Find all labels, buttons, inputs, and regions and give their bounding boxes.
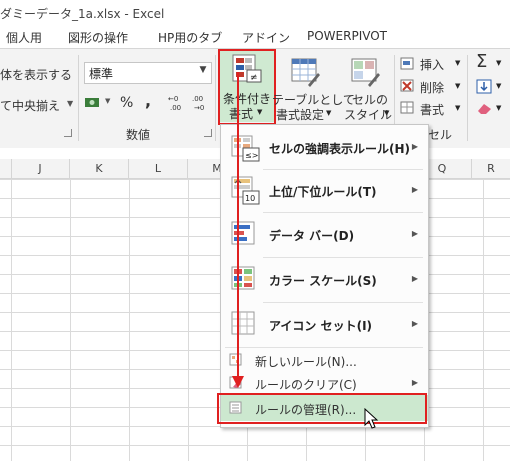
menu-divider — [225, 347, 423, 348]
delete-button[interactable]: 削除 — [420, 79, 444, 96]
column-header-j[interactable]: J — [11, 159, 70, 178]
chevron-down-icon[interactable]: ▼ — [326, 109, 331, 117]
menu-item-clear-rules[interactable]: ルールのクリア(C) ▶ — [221, 372, 428, 394]
increase-decimal-icon[interactable]: ←0 .00 — [168, 93, 190, 113]
menu-item-highlight-rules[interactable]: ≤> セルの強調表示ルール(H) ▶ — [221, 127, 428, 169]
chevron-down-icon[interactable]: ▼ — [496, 104, 501, 112]
currency-icon[interactable] — [84, 95, 104, 111]
chevron-down-icon[interactable]: ▼ — [496, 82, 501, 90]
autosum-icon[interactable]: Σ — [476, 51, 487, 72]
submenu-arrow-icon: ▶ — [411, 378, 418, 387]
conditional-format-menu: ≤> セルの強調表示ルール(H) ▶ 10 上位/下位ルール(T) ▶ データ … — [220, 124, 429, 428]
chevron-down-icon[interactable]: ▼ — [455, 82, 460, 90]
chevron-down-icon[interactable]: ▼ — [455, 59, 460, 67]
format-as-table-icon — [291, 58, 320, 87]
decrease-decimal-icon[interactable]: .00 →0 — [192, 93, 214, 113]
tab-powerpivot[interactable]: POWERPIVOT — [307, 29, 387, 43]
menu-item-label: カラー スケール(S) — [269, 274, 377, 288]
chevron-down-icon[interactable]: ▼ — [197, 65, 209, 79]
menu-item-icon-sets[interactable]: アイコン セット(I) ▶ — [221, 303, 428, 347]
menu-item-label: ルールのクリア(C) — [255, 378, 357, 392]
merge-center-button[interactable]: て中央揃え — [0, 97, 60, 114]
menu-item-label: アイコン セット(I) — [269, 319, 373, 333]
comma-style-button[interactable]: , — [145, 91, 151, 110]
number-format-value: 標準 — [89, 67, 114, 81]
delete-cells-icon[interactable] — [400, 79, 416, 93]
annotation-highlight-box — [217, 393, 427, 424]
currency-dropdown-icon[interactable]: ▼ — [105, 97, 110, 105]
menu-item-top-bottom-rules[interactable]: 10 上位/下位ルール(T) ▶ — [221, 170, 428, 212]
cells-group-label: セル — [428, 128, 453, 142]
group-separator — [78, 55, 79, 141]
window-title: ダミーデータ_1a.xlsx - Excel — [0, 7, 165, 21]
menu-item-new-rule[interactable]: 新しいルール(N)... — [221, 349, 428, 371]
tab-addin[interactable]: アドイン — [242, 29, 290, 46]
submenu-arrow-icon: ▶ — [411, 185, 418, 194]
menu-item-label: データ バー(D) — [269, 229, 355, 243]
insert-button[interactable]: 挿入 — [420, 56, 444, 73]
tab-personal[interactable]: 個人用 — [6, 29, 42, 46]
insert-cells-icon[interactable] — [400, 57, 416, 71]
tab-hp[interactable]: HP用のタブ — [158, 29, 222, 46]
menu-item-data-bars[interactable]: データ バー(D) ▶ — [221, 213, 428, 257]
fill-icon[interactable] — [476, 79, 494, 95]
percent-style-button[interactable]: % — [120, 95, 133, 111]
menu-item-label: 上位/下位ルール(T) — [269, 185, 377, 199]
submenu-arrow-icon: ▶ — [411, 229, 418, 238]
submenu-arrow-icon: ▶ — [411, 319, 418, 328]
format-as-table-label2[interactable]: 書式設定 — [276, 106, 324, 123]
menu-item-label: 新しいルール(N)... — [255, 355, 357, 369]
column-header-k[interactable]: K — [70, 159, 129, 178]
wrap-text-button[interactable]: 体を表示する — [0, 66, 72, 83]
submenu-arrow-icon: ▶ — [411, 274, 418, 283]
clear-eraser-icon[interactable] — [476, 101, 494, 115]
cell-styles-icon — [351, 58, 380, 87]
number-group-label: 数値 — [126, 128, 151, 142]
svg-text:.00: .00 — [192, 95, 203, 103]
format-button[interactable]: 書式 — [420, 101, 444, 118]
title-bar: ダミーデータ_1a.xlsx - Excel — [0, 0, 510, 26]
number-launcher-icon[interactable] — [204, 129, 212, 137]
chevron-down-icon[interactable]: ▼ — [455, 104, 460, 112]
svg-text:.00: .00 — [170, 104, 181, 112]
menu-item-color-scales[interactable]: カラー スケール(S) ▶ — [221, 258, 428, 302]
menu-item-label: セルの強調表示ルール(H) — [269, 142, 411, 156]
column-header-r[interactable]: R — [472, 159, 510, 178]
svg-text:←0: ←0 — [168, 95, 178, 103]
submenu-arrow-icon: ▶ — [411, 142, 418, 151]
number-format-select[interactable]: 標準 ▼ — [84, 62, 212, 84]
group-separator — [215, 55, 216, 141]
svg-text:→0: →0 — [194, 104, 204, 112]
tab-shape-ops[interactable]: 図形の操作 — [68, 29, 128, 46]
merge-dropdown-icon[interactable]: ▼ — [67, 99, 73, 108]
annotation-arrow — [232, 72, 244, 388]
ribbon-tabs: 個人用 図形の操作 HP用のタブ アドイン POWERPIVOT — [0, 26, 510, 48]
chevron-down-icon[interactable]: ▼ — [496, 59, 501, 67]
chevron-down-icon[interactable]: ▼ — [384, 109, 389, 117]
mouse-cursor-icon — [364, 408, 379, 429]
alignment-launcher-icon[interactable] — [64, 129, 72, 137]
column-header-l[interactable]: L — [129, 159, 188, 178]
format-cells-icon[interactable] — [400, 101, 416, 115]
group-separator — [467, 55, 468, 141]
